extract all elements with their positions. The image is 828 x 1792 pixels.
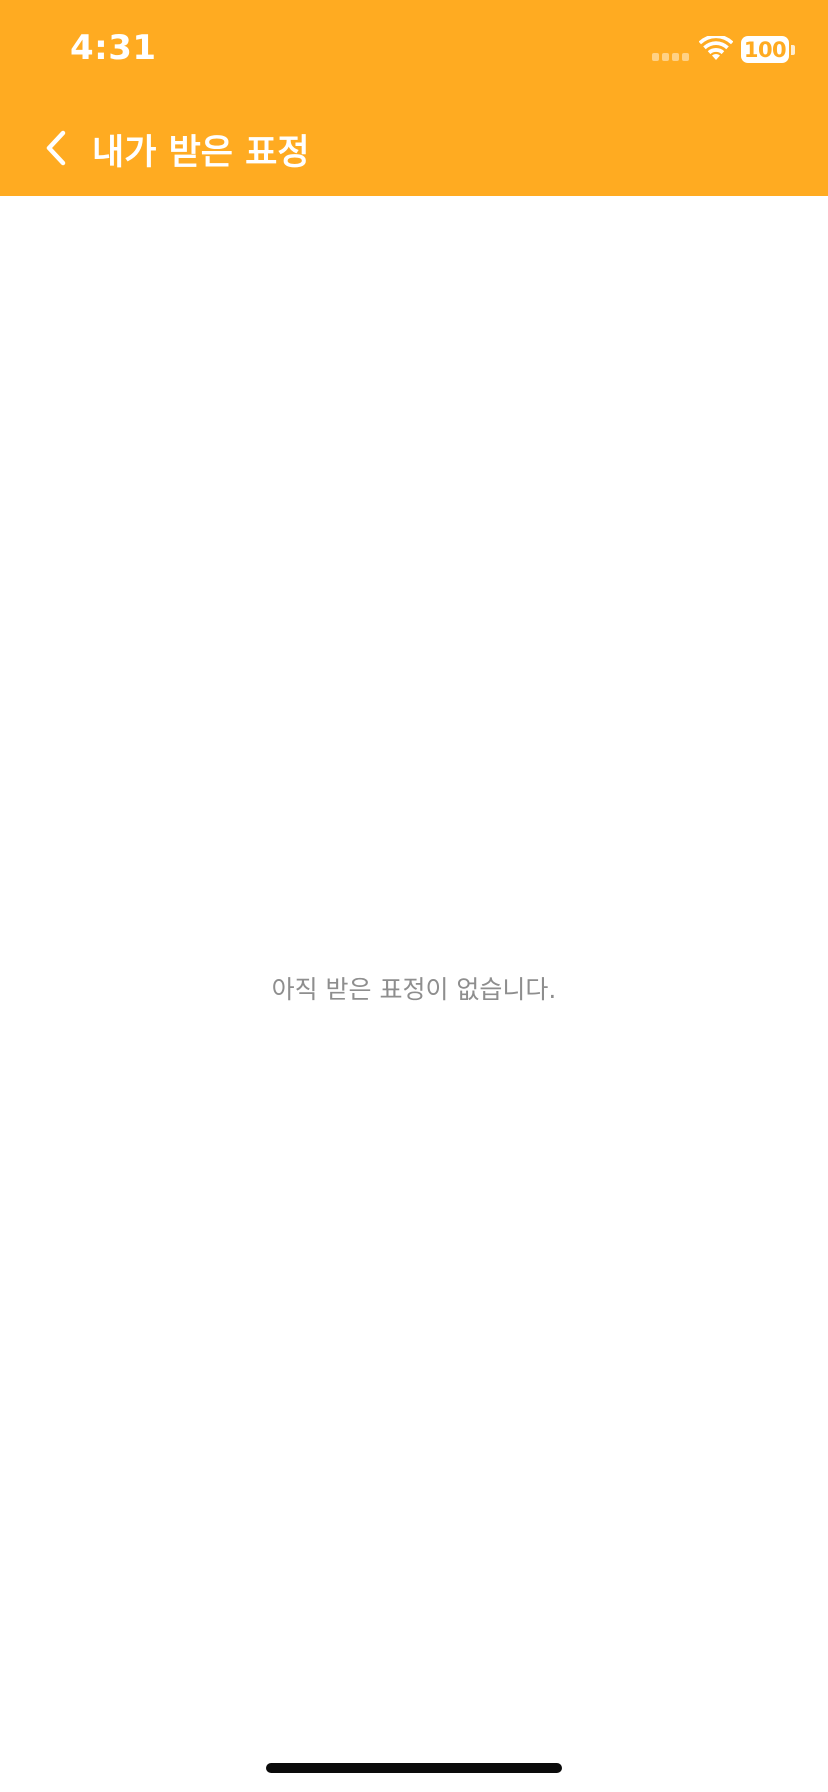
- home-indicator: [266, 1763, 562, 1773]
- back-button[interactable]: [28, 116, 84, 180]
- header-area: 4:31 100 내가 받은 표정: [0, 0, 828, 196]
- empty-state-message: 아직 받은 표정이 없습니다.: [271, 975, 557, 1004]
- status-bar: 4:31 100: [0, 0, 828, 100]
- battery-level: 100: [743, 37, 787, 62]
- cellular-signal-icon: [652, 53, 692, 61]
- status-time: 4:31: [70, 28, 157, 68]
- battery-icon: 100: [741, 36, 789, 63]
- chevron-left-icon: [46, 130, 66, 166]
- wifi-icon: [699, 36, 733, 60]
- battery-cap: [791, 45, 795, 55]
- page-title: 내가 받은 표정: [92, 133, 310, 173]
- app-screen: 4:31 100 내가 받은 표정 아직 받은 표정이 없습니다.: [0, 0, 828, 1792]
- navigation-bar: 내가 받은 표정: [0, 100, 828, 196]
